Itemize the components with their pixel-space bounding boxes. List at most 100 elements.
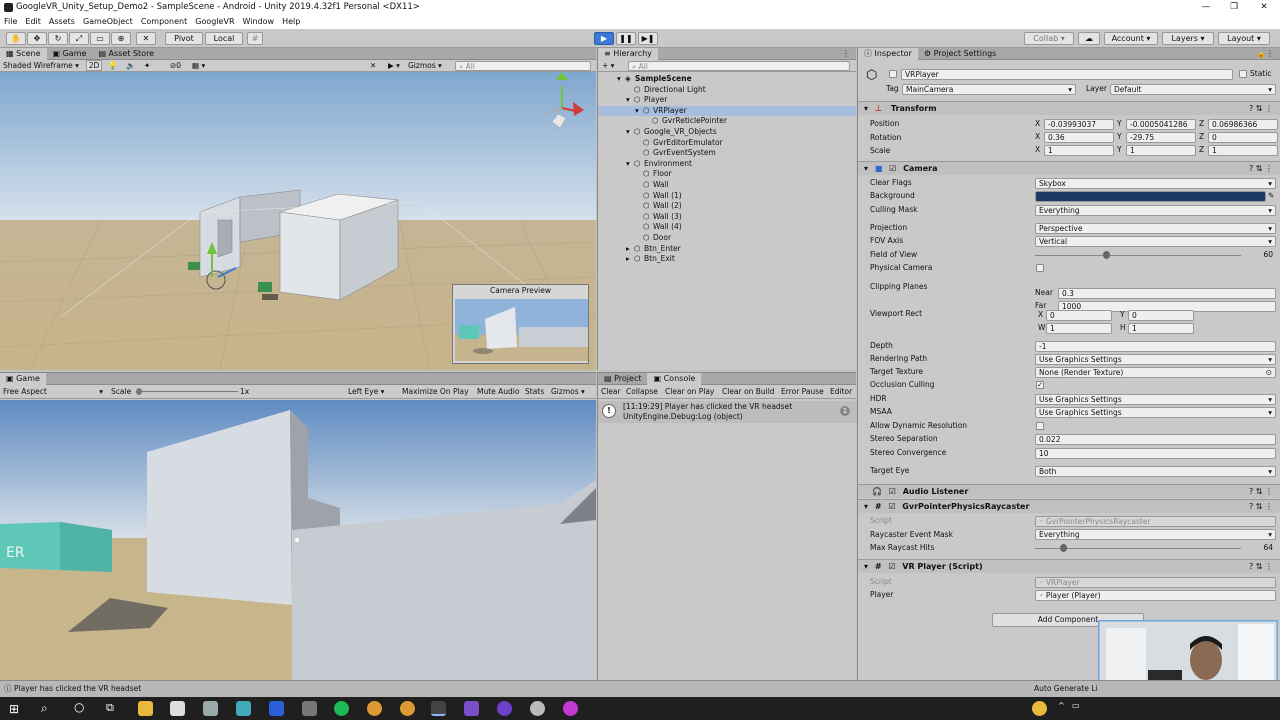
scale-x-field[interactable]: 1	[1044, 145, 1114, 156]
position-z-field[interactable]: 0.06986366	[1208, 119, 1278, 130]
cortana-icon[interactable]: ○	[74, 700, 84, 714]
step-button[interactable]: ▶❚	[638, 32, 658, 45]
scale-slider-track[interactable]	[138, 391, 238, 392]
hdr-dropdown[interactable]: Use Graphics Settings ▾	[1035, 394, 1276, 405]
app-icon[interactable]	[236, 701, 251, 716]
photos-icon[interactable]	[203, 701, 218, 716]
hierarchy-item[interactable]: ⬡ GvrReticlePointer	[598, 116, 856, 127]
rotate-tool-icon[interactable]: ↻	[48, 32, 68, 45]
hierarchy-item[interactable]: ▾ ⬡ VRPlayer	[598, 105, 856, 117]
hidden-objects-counter[interactable]: ⊘0	[170, 60, 181, 72]
hierarchy-item[interactable]: ⬡ GvrEditorEmulator	[598, 138, 856, 149]
occlusion-checkbox[interactable]: ✓	[1036, 381, 1044, 389]
menu-help[interactable]: Help	[282, 17, 300, 26]
scale-z-field[interactable]: 1	[1208, 145, 1278, 156]
tab-hierarchy[interactable]: ≡ Hierarchy	[598, 48, 658, 60]
tab-project[interactable]: ▤ Project	[598, 373, 647, 385]
viewport-w-field[interactable]: 1	[1046, 323, 1112, 334]
store-icon[interactable]	[170, 701, 185, 716]
mute-audio-toggle[interactable]: Mute Audio	[477, 385, 519, 399]
menu-component[interactable]: Component	[141, 17, 187, 26]
game-gizmos-dropdown[interactable]: Gizmos ▾	[551, 385, 585, 399]
file-explorer-icon[interactable]	[138, 701, 153, 716]
visual-studio-icon[interactable]	[464, 701, 479, 716]
camera-header[interactable]: ▾ ■ ☑ Camera ? ⇅ ⋮	[858, 161, 1280, 175]
lighting-icon[interactable]: 💡	[108, 60, 117, 72]
custom-tool-icon[interactable]: ✕	[136, 32, 156, 45]
task-view-icon[interactable]: ⧉	[106, 701, 114, 715]
stereo-sep-field[interactable]: 0.022	[1035, 434, 1276, 445]
player-field[interactable]: ◦ Player (Player)	[1035, 590, 1276, 601]
hierarchy-item[interactable]: ▸ ⬡ Btn_Exit	[598, 254, 856, 265]
console-entry[interactable]: ! [11:19:29] Player has clicked the VR h…	[598, 401, 857, 423]
fov-slider-thumb[interactable]	[1102, 251, 1110, 259]
object-picker-icon[interactable]: ⊙	[1266, 368, 1272, 377]
hierarchy-item[interactable]: ▸ ⬡ Btn_Enter	[598, 244, 856, 255]
calculator-icon[interactable]	[302, 701, 317, 716]
clear-button[interactable]: Clear	[601, 385, 621, 399]
cloud-icon[interactable]: ☁	[1078, 32, 1100, 45]
account-dropdown[interactable]: Account ▾	[1104, 32, 1158, 45]
hierarchy-item[interactable]: ▾ ⬡ Google_VR_Objects	[598, 127, 856, 138]
hierarchy-menu-icon[interactable]: ⋮	[842, 48, 850, 60]
game-viewport[interactable]: ER	[0, 400, 596, 681]
layer-dropdown[interactable]: Default ▾	[1110, 84, 1276, 95]
spotify-icon[interactable]	[334, 701, 349, 716]
background-color-swatch[interactable]	[1035, 191, 1266, 202]
maximize-icon[interactable]: ❐	[1226, 0, 1242, 15]
menu-edit[interactable]: Edit	[25, 17, 41, 26]
dynres-checkbox[interactable]	[1036, 422, 1044, 430]
hierarchy-item[interactable]: ⬡ Floor	[598, 169, 856, 180]
scale-slider-thumb[interactable]	[136, 388, 142, 395]
stereo-conv-field[interactable]: 10	[1035, 448, 1276, 459]
projection-dropdown[interactable]: Perspective ▾	[1035, 223, 1276, 234]
foldout-arrow-icon[interactable]: ▾	[626, 127, 630, 138]
eyedropper-icon[interactable]: ✎	[1268, 190, 1274, 202]
grid-icon[interactable]: ▦ ▾	[192, 60, 205, 72]
active-checkbox[interactable]	[889, 70, 897, 78]
editor-dropdown[interactable]: Editor	[830, 385, 852, 399]
scale-tool-icon[interactable]: ⤢	[69, 32, 89, 45]
rotation-z-field[interactable]: 0	[1208, 132, 1278, 143]
viewport-h-field[interactable]: 1	[1128, 323, 1194, 334]
fov-slider[interactable]	[1035, 255, 1241, 256]
raycaster-check-icon[interactable]: ☑	[888, 502, 895, 511]
scale-y-field[interactable]: 1	[1126, 145, 1196, 156]
target-eye-dropdown[interactable]: Both ▾	[1035, 466, 1276, 477]
rect-tool-icon[interactable]: ▭	[90, 32, 110, 45]
2d-toggle[interactable]: 2D	[86, 60, 102, 71]
camera-enabled-check-icon[interactable]: ☑	[889, 164, 896, 173]
msaa-dropdown[interactable]: Use Graphics Settings ▾	[1035, 407, 1276, 418]
foldout-arrow-icon[interactable]: ▾	[626, 95, 630, 106]
hierarchy-item[interactable]: ⬡ Wall (3)	[598, 212, 856, 223]
clear-on-build-button[interactable]: Clear on Build	[722, 385, 775, 399]
unity-taskbar-icon[interactable]	[431, 701, 446, 716]
aspect-dropdown[interactable]: Free Aspect ▾	[3, 385, 103, 399]
search-icon[interactable]: ⌕	[41, 701, 48, 716]
vrplayer-menu-icon[interactable]: ? ⇅ ⋮	[1249, 560, 1273, 573]
weather-icon[interactable]	[1032, 701, 1047, 716]
camera-menu-icon[interactable]: ? ⇅ ⋮	[1249, 162, 1273, 175]
hierarchy-item[interactable]: ▾ ⬡ Player	[598, 95, 856, 106]
windows-start-icon[interactable]: ⊞	[9, 702, 19, 716]
static-checkbox[interactable]	[1239, 70, 1247, 78]
rendering-path-dropdown[interactable]: Use Graphics Settings ▾	[1035, 354, 1276, 365]
menu-googlevr[interactable]: GoogleVR	[195, 17, 234, 26]
tab-scene[interactable]: ▦ Scene	[0, 48, 47, 60]
position-y-field[interactable]: -0.0005041286	[1126, 119, 1196, 130]
clear-on-play-button[interactable]: Clear on Play	[665, 385, 714, 399]
hierarchy-item[interactable]: ⬡ Directional Light	[598, 85, 856, 96]
shading-dropdown[interactable]: Shaded Wireframe ▾	[3, 60, 79, 72]
raycast-hits-thumb[interactable]	[1059, 544, 1067, 552]
play-button[interactable]: ▶	[594, 32, 614, 45]
tab-project-settings[interactable]: ⚙ Project Settings	[918, 48, 1002, 60]
position-x-field[interactable]: -0.03993037	[1044, 119, 1114, 130]
tools-icon[interactable]: ✕	[370, 60, 376, 72]
menu-gameobject[interactable]: GameObject	[83, 17, 133, 26]
hierarchy-item[interactable]: ⬡ Wall	[598, 180, 856, 191]
chrome-dev-icon[interactable]	[530, 701, 545, 716]
audio-listener-menu-icon[interactable]: ? ⇅ ⋮	[1249, 485, 1273, 498]
culling-mask-dropdown[interactable]: Everything ▾	[1035, 205, 1276, 216]
chrome-profile-icon[interactable]	[400, 701, 415, 716]
foldout-arrow-icon[interactable]: ▾	[617, 74, 621, 85]
